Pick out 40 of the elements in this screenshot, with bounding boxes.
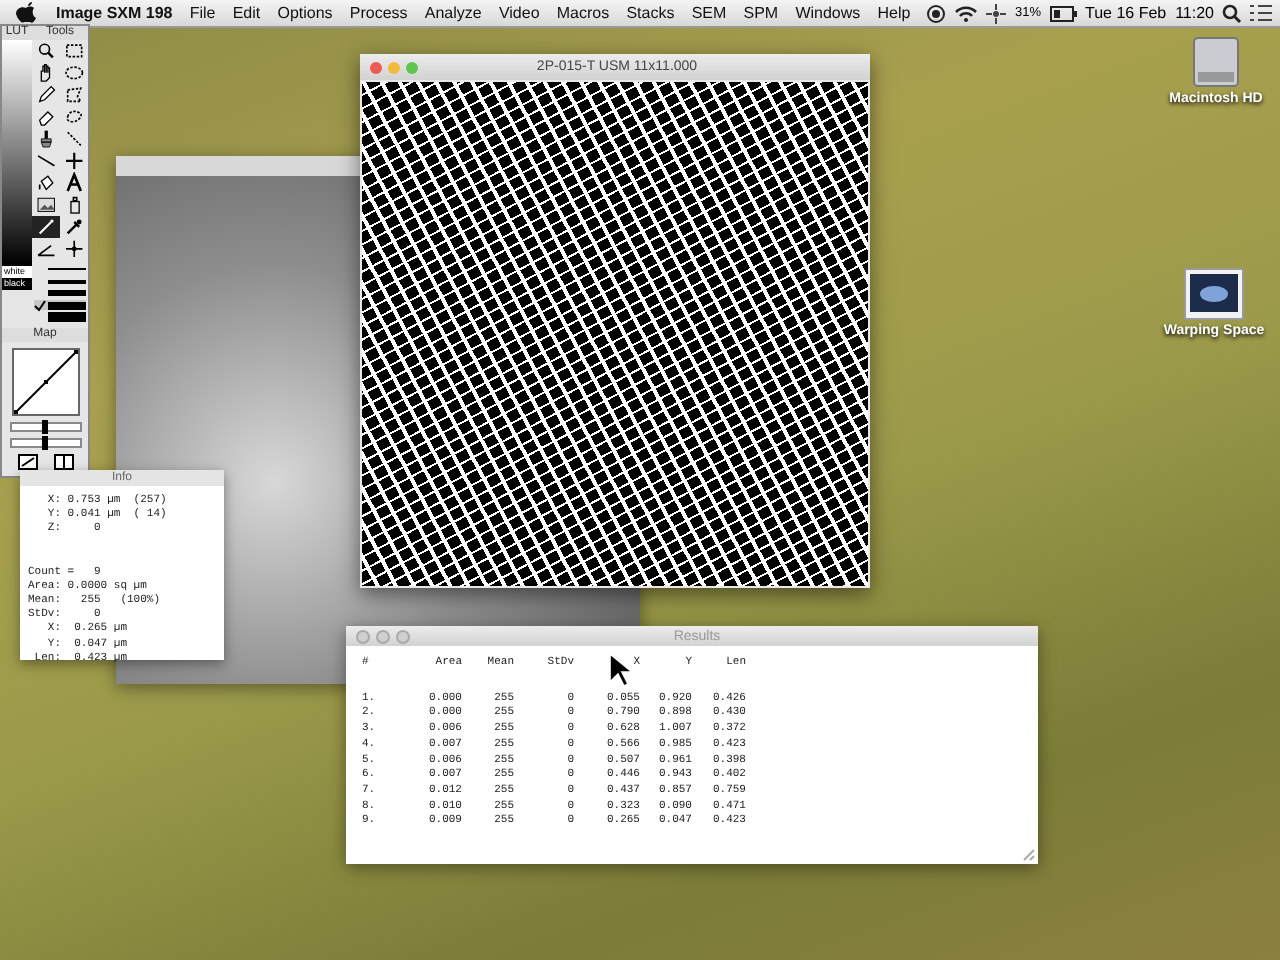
list-icon[interactable] bbox=[1250, 4, 1272, 22]
clock[interactable]: Tue 16 Feb 11:20 bbox=[1085, 4, 1214, 22]
menu-item[interactable]: Video bbox=[490, 4, 549, 22]
search-icon[interactable] bbox=[1222, 3, 1242, 23]
menu-item[interactable]: File bbox=[181, 4, 225, 22]
menu-item[interactable]: Help bbox=[868, 4, 919, 22]
menu-item[interactable]: Options bbox=[268, 4, 342, 22]
app-menu[interactable]: Image SXM 198 bbox=[52, 4, 182, 22]
menu-item[interactable]: SEM bbox=[683, 4, 735, 22]
menu-item[interactable]: Macros bbox=[548, 4, 618, 22]
curve-reset-icon[interactable] bbox=[17, 454, 37, 470]
split-icon[interactable] bbox=[53, 454, 73, 470]
picture-file-icon[interactable] bbox=[1184, 268, 1244, 320]
hard-drive-icon[interactable] bbox=[1192, 36, 1240, 88]
map-curve-drawing bbox=[11, 348, 79, 416]
line-width-option[interactable] bbox=[34, 300, 86, 310]
slider-thumb[interactable] bbox=[42, 436, 48, 450]
wand-icon[interactable] bbox=[32, 216, 60, 238]
slider-thumb[interactable] bbox=[42, 420, 48, 434]
crosshair-icon[interactable] bbox=[986, 3, 1007, 23]
dashed-oval-icon[interactable] bbox=[60, 62, 88, 84]
pointer-icon bbox=[608, 652, 632, 688]
menu-item[interactable]: SPM bbox=[734, 4, 787, 22]
crosshair-icon[interactable] bbox=[60, 150, 88, 172]
dashed-rectangle-icon[interactable] bbox=[60, 40, 88, 62]
line-icon[interactable] bbox=[32, 150, 60, 172]
checkmark-icon bbox=[34, 299, 46, 311]
wifi-icon[interactable] bbox=[954, 3, 979, 23]
resize-grip-icon[interactable] bbox=[1020, 846, 1036, 862]
menu-item[interactable]: Process bbox=[341, 4, 417, 22]
menu-item[interactable]: Stacks bbox=[617, 4, 684, 22]
record-icon[interactable] bbox=[926, 3, 947, 23]
battery-icon[interactable] bbox=[1049, 5, 1077, 21]
letter-a-icon[interactable] bbox=[60, 172, 88, 194]
picture-icon[interactable] bbox=[32, 194, 60, 216]
apple-icon[interactable] bbox=[16, 2, 36, 24]
menu-item[interactable]: Analyze bbox=[416, 4, 491, 22]
menu-item[interactable]: Edit bbox=[224, 4, 269, 22]
menu-item[interactable]: Windows bbox=[786, 4, 869, 22]
point-icon[interactable] bbox=[60, 238, 88, 260]
